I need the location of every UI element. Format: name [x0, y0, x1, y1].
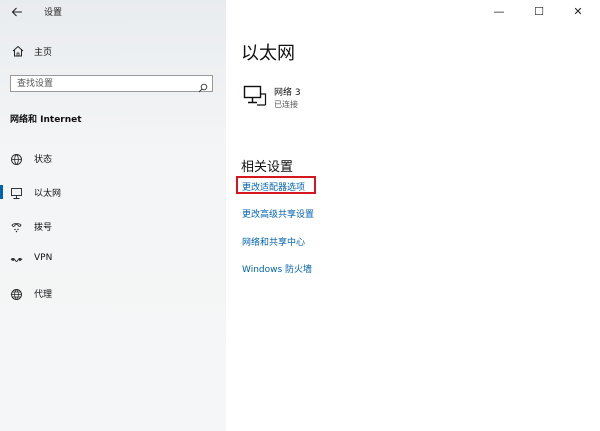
sidebar-item-label: 状态: [34, 155, 53, 165]
dialup-icon: [10, 219, 23, 233]
sidebar-item-status[interactable]: 状态: [0, 147, 226, 169]
globe-status-icon: [10, 151, 23, 165]
maximize-button[interactable]: ☐: [530, 3, 548, 21]
main-content: — ☐ ✕ 以太网 网络 3 已连接 相关设置 更改适配器选项 更改高级共享设置…: [226, 0, 600, 431]
ethernet-icon: [10, 185, 23, 199]
search-input[interactable]: [11, 76, 197, 91]
back-arrow-icon[interactable]: [8, 3, 26, 21]
sidebar-item-label: VPN: [34, 253, 53, 263]
page-title: 以太网: [241, 43, 295, 64]
sidebar: 设置 主页 网络和 Internet: [0, 0, 226, 431]
network-status: 已连接: [274, 100, 298, 109]
sidebar-item-label: 以太网: [34, 189, 62, 199]
minimize-button[interactable]: —: [490, 3, 508, 21]
close-button[interactable]: ✕: [569, 3, 587, 21]
globe-proxy-icon: [10, 286, 23, 300]
sidebar-item-dialup[interactable]: 拨号: [0, 215, 226, 237]
sidebar-item-proxy[interactable]: 代理: [0, 282, 226, 304]
sidebar-item-label: 代理: [34, 290, 53, 300]
change-advanced-sharing-link[interactable]: 更改高级共享设置: [242, 207, 314, 220]
network-sharing-center-link[interactable]: 网络和共享中心: [242, 235, 305, 248]
sidebar-item-vpn[interactable]: VPN: [0, 248, 226, 270]
app-title: 设置: [44, 8, 63, 18]
change-adapter-options-link[interactable]: 更改适配器选项: [242, 180, 305, 193]
section-title: 网络和 Internet: [10, 115, 82, 125]
selection-indicator: [0, 185, 3, 199]
search-icon[interactable]: [198, 78, 208, 93]
settings-window: 设置 主页 网络和 Internet: [0, 0, 600, 431]
window-controls: — ☐ ✕: [490, 0, 600, 24]
windows-firewall-link[interactable]: Windows 防火墙: [242, 262, 312, 275]
vpn-icon: [10, 252, 23, 265]
search-box[interactable]: [10, 75, 213, 93]
titlebar: 设置: [0, 0, 226, 24]
related-settings-heading: 相关设置: [241, 160, 294, 175]
sidebar-item-ethernet[interactable]: 以太网: [0, 181, 226, 203]
home-icon: [11, 43, 25, 57]
sidebar-item-home[interactable]: 主页: [0, 40, 226, 62]
network-name[interactable]: 网络 3: [274, 85, 301, 98]
network-computer-icon[interactable]: [243, 85, 267, 107]
sidebar-item-label: 主页: [34, 48, 53, 58]
sidebar-item-label: 拨号: [34, 223, 53, 233]
